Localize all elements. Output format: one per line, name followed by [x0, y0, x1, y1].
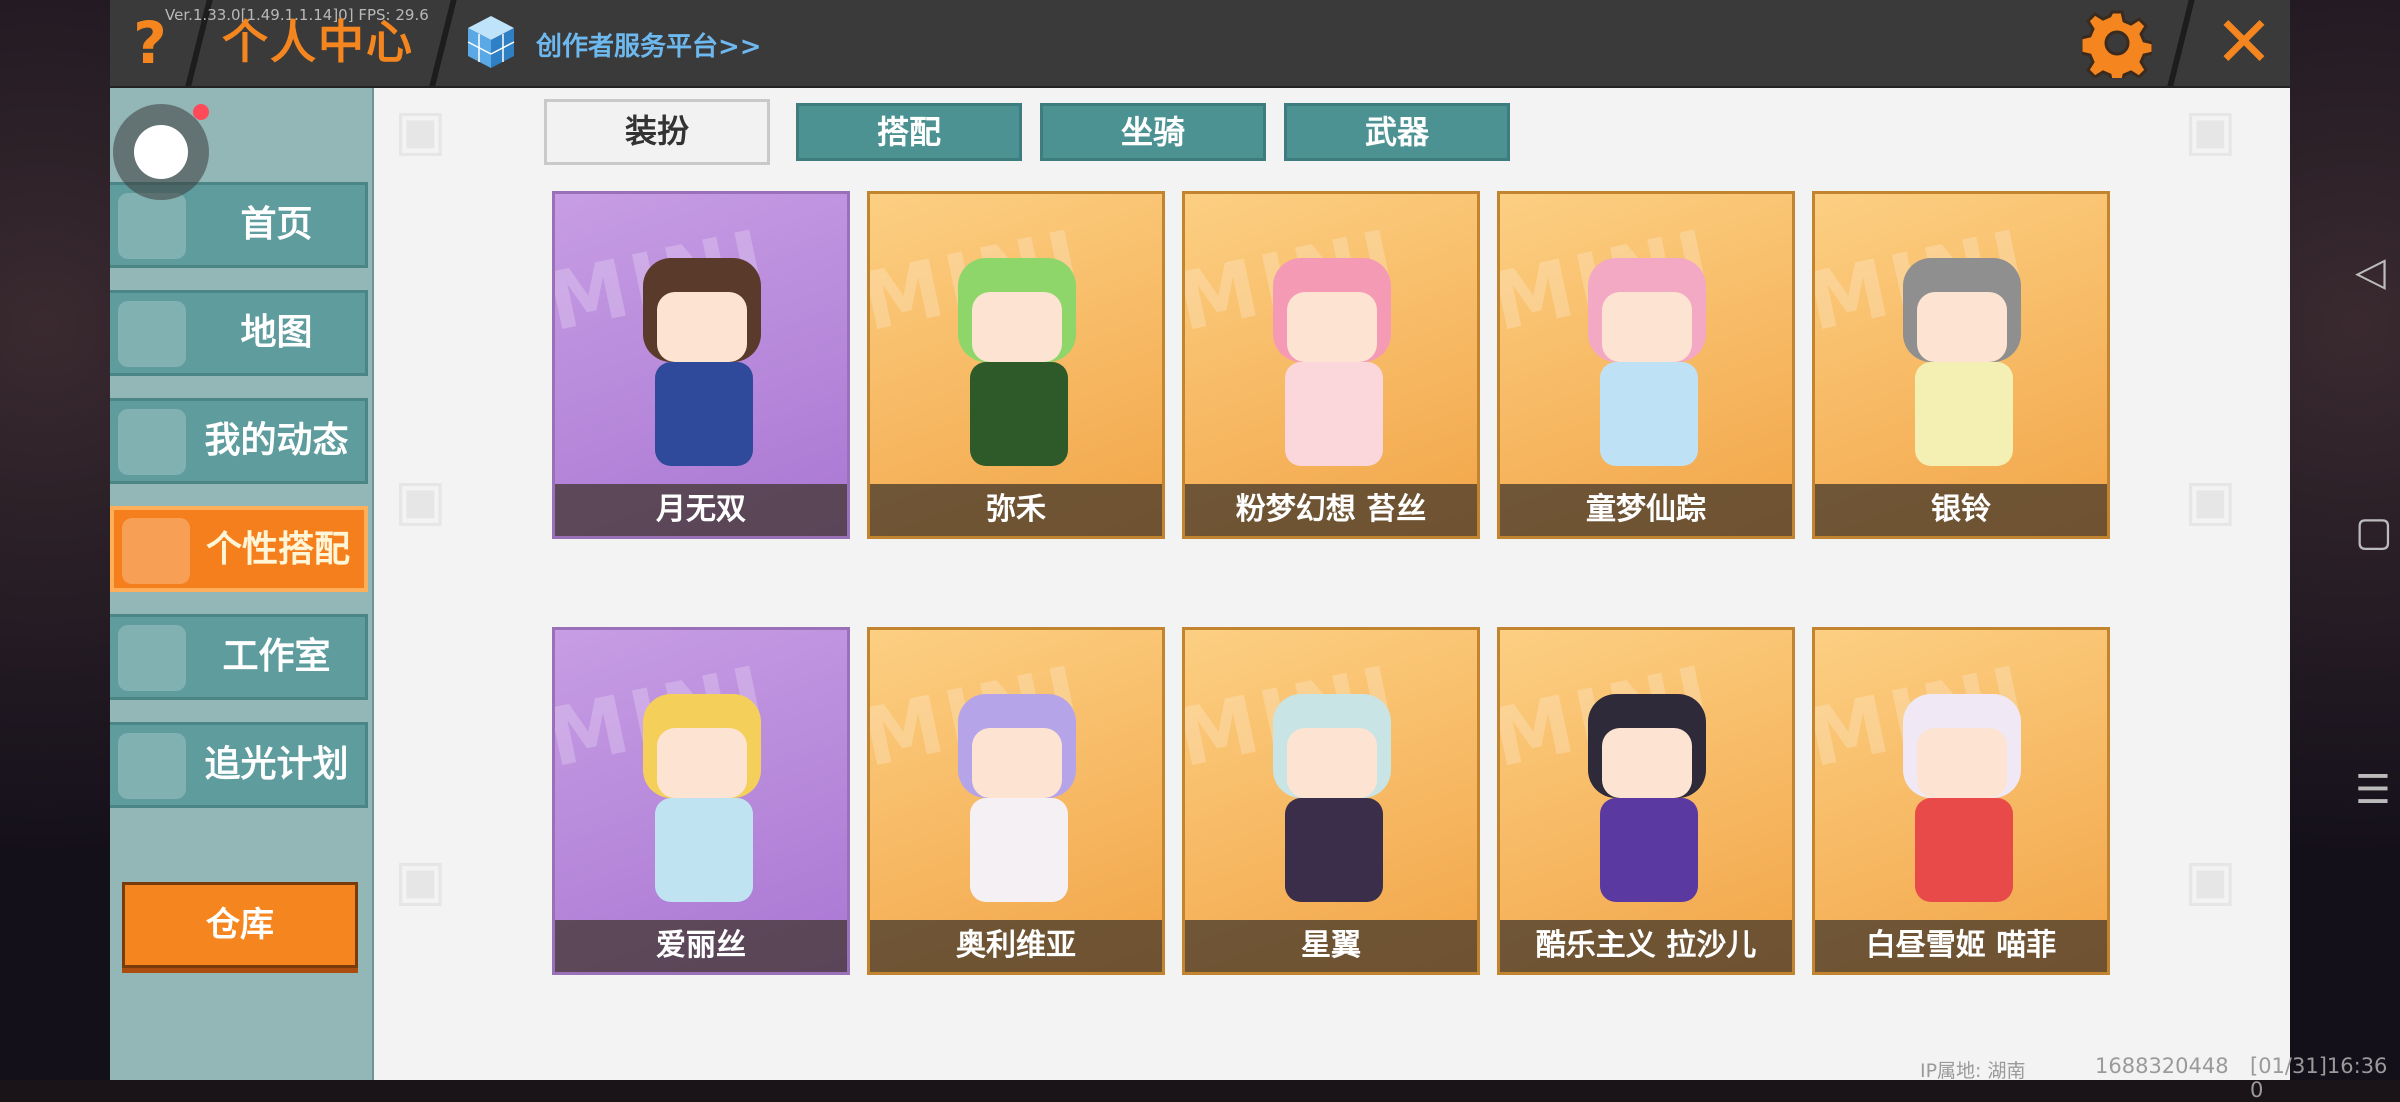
- assistant-ball-center: [134, 125, 188, 179]
- background-pattern-icon: ▣: [394, 98, 447, 163]
- character-body: [1915, 798, 2013, 902]
- skin-name: 银铃: [1931, 492, 1991, 527]
- storage-button[interactable]: 仓库: [122, 882, 358, 968]
- character-face: [972, 292, 1062, 362]
- bell-icon: [118, 409, 186, 475]
- tree-icon: [118, 625, 186, 691]
- sidebar-item-outfit[interactable]: 个性搭配: [110, 506, 368, 592]
- skin-name: 星翼: [1301, 928, 1361, 963]
- character-face: [972, 728, 1062, 798]
- skin-card[interactable]: MINI银铃: [1812, 191, 2110, 539]
- sidebar-item-map[interactable]: 地图: [110, 290, 368, 376]
- skin-name: 童梦仙踪: [1586, 492, 1706, 527]
- skin-card[interactable]: MINI童梦仙踪: [1497, 191, 1795, 539]
- floating-assistant-ball[interactable]: [113, 104, 209, 200]
- background-pattern-icon: ▣: [2184, 848, 2237, 913]
- nav-home-icon[interactable]: ▢: [2355, 512, 2393, 552]
- timestamp: [01/31]16:36 0: [2250, 1054, 2388, 1102]
- skin-name: 月无双: [656, 492, 746, 527]
- tab-outfit-set[interactable]: 搭配: [796, 103, 1022, 161]
- character-face: [1602, 728, 1692, 798]
- character-face: [657, 728, 747, 798]
- notification-dot: [193, 104, 209, 120]
- skin-card[interactable]: MINI爱丽丝: [552, 627, 850, 975]
- skin-name: 白昼雪姬 喵菲: [1865, 928, 2057, 963]
- character-body: [1600, 798, 1698, 902]
- skin-name: 酷乐主义 拉沙儿: [1535, 928, 1757, 963]
- tab-weapon[interactable]: 武器: [1284, 103, 1510, 161]
- skin-card[interactable]: MINI奥利维亚: [867, 627, 1165, 975]
- picture-icon: [118, 301, 186, 367]
- nav-back-icon[interactable]: ◁: [2355, 252, 2386, 292]
- character-body: [1285, 362, 1383, 466]
- sidebar-item-label: 个性搭配: [205, 529, 350, 570]
- character-body: [970, 362, 1068, 466]
- page-title: 个人中心: [222, 15, 414, 69]
- skin-card[interactable]: MINI月无双: [552, 191, 850, 539]
- character-body: [655, 362, 753, 466]
- character-body: [970, 798, 1068, 902]
- character-face: [1917, 292, 2007, 362]
- character-body: [1600, 362, 1698, 466]
- skin-name: 弥禾: [986, 492, 1046, 527]
- character-face: [1287, 728, 1377, 798]
- sidebar-item-label: 地图: [240, 312, 313, 353]
- skin-name: 爱丽丝: [656, 928, 746, 963]
- character-icon: [122, 518, 190, 584]
- character-face: [1287, 292, 1377, 362]
- character-face: [657, 292, 747, 362]
- sidebar-item-chase-light[interactable]: 追光计划: [110, 722, 368, 808]
- character-body: [1285, 798, 1383, 902]
- sidebar-item-label: 首页: [240, 204, 313, 245]
- character-face: [1602, 292, 1692, 362]
- skin-card[interactable]: MINI弥禾: [867, 191, 1165, 539]
- skin-card[interactable]: MINI白昼雪姬 喵菲: [1812, 627, 2110, 975]
- sidebar-item-label: 追光计划: [204, 744, 349, 785]
- creator-cube-icon[interactable]: [466, 14, 516, 70]
- background-pattern-icon: ▣: [2184, 468, 2237, 533]
- sidebar-item-label: 我的动态: [204, 420, 349, 461]
- skin-card[interactable]: MINI星翼: [1182, 627, 1480, 975]
- settings-gear-icon[interactable]: [2082, 8, 2152, 78]
- sidebar-item-label: 工作室: [222, 636, 331, 677]
- skin-card[interactable]: MINI粉梦幻想 苔丝: [1182, 191, 1480, 539]
- skin-name: 粉梦幻想 苔丝: [1235, 492, 1427, 527]
- badge-icon: [118, 733, 186, 799]
- character-body: [655, 798, 753, 902]
- tab-costume[interactable]: 装扮: [544, 99, 770, 165]
- nav-menu-icon[interactable]: ☰: [2355, 770, 2391, 810]
- shirt-icon: [118, 193, 186, 259]
- ip-location: IP属地: 湖南: [1920, 1060, 2026, 1082]
- background-pattern-icon: ▣: [2184, 98, 2237, 163]
- creator-platform-link[interactable]: 创作者服务平台>>: [536, 26, 762, 63]
- background-pattern-icon: ▣: [394, 848, 447, 913]
- sidebar-item-activity[interactable]: 我的动态: [110, 398, 368, 484]
- user-id: 1688320448: [2095, 1054, 2229, 1078]
- background-pattern-icon: ▣: [394, 468, 447, 533]
- tab-mount[interactable]: 坐骑: [1040, 103, 1266, 161]
- character-face: [1917, 728, 2007, 798]
- game-background-left: [0, 0, 110, 1080]
- sidebar-item-studio[interactable]: 工作室: [110, 614, 368, 700]
- close-button[interactable]: ✕: [2206, 4, 2282, 80]
- skin-card[interactable]: MINI酷乐主义 拉沙儿: [1497, 627, 1795, 975]
- skin-name: 奥利维亚: [956, 928, 1076, 963]
- character-body: [1915, 362, 2013, 466]
